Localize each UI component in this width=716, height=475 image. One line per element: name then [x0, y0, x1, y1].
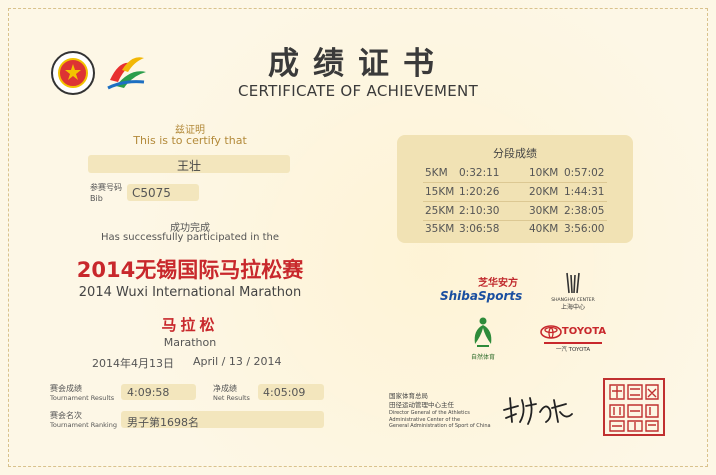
- org-cn-1: 国家体育总局: [389, 392, 428, 400]
- split-divider: [423, 220, 607, 221]
- split-distance: 30KM: [529, 205, 559, 217]
- net-result-time: 4:05:09: [263, 386, 306, 399]
- org-en-3: General Administration of Sport of China: [389, 423, 491, 429]
- net-label-cn: 净成绩: [213, 384, 237, 393]
- green-cn: 自然体育: [470, 354, 495, 361]
- result-label-en: Tournament Results: [50, 394, 115, 402]
- title-en: CERTIFICATE OF ACHIEVEMENT: [237, 82, 479, 100]
- certify-en: This is to certify that: [133, 134, 247, 147]
- splits-title: 分段成绩: [493, 147, 537, 160]
- green-sports-logo: 自然体育: [463, 316, 503, 362]
- ranking-label-cn: 赛会名次: [50, 411, 82, 420]
- split-row: 35KM 3:06:58 40KM 3:56:00: [425, 223, 604, 235]
- split-divider: [423, 182, 607, 183]
- split-distance: 25KM: [425, 205, 455, 217]
- bib-label-en: Bib: [90, 194, 103, 203]
- bib-number: C5075: [132, 186, 171, 200]
- split-time: 2:38:05: [564, 205, 605, 217]
- split-distance: 35KM: [425, 223, 455, 235]
- date-cn: 2014年4月13日: [92, 357, 174, 370]
- event-name-en: 2014 Wuxi International Marathon: [78, 285, 302, 300]
- signature-block: 国家体育总局 田径运动管理中心主任 Director General of th…: [389, 392, 509, 430]
- split-distance: 15KM: [425, 186, 455, 198]
- splits-panel: 分段成绩 5KM 0:32:11 10KM 0:57:02 15KM 1:20:26 20…: [397, 135, 633, 243]
- shibasports-logo: 芝华安方 ShibaSports: [440, 278, 526, 308]
- org-cn-2: 田径运动管理中心主任: [389, 401, 454, 409]
- title-cn: 成绩证书: [268, 46, 448, 82]
- ranking-value: 男子第1698名: [127, 416, 199, 429]
- event-name-cn: 2014无锡国际马拉松赛: [76, 258, 304, 282]
- result-label-cn: 赛会成绩: [50, 384, 82, 393]
- completed-en: Has successfully participated in the: [100, 232, 279, 243]
- category-cn: 马拉松: [161, 316, 219, 334]
- split-time: 1:20:26: [459, 186, 500, 198]
- split-row: 25KM 2:10:30 30KM 2:38:05: [425, 205, 604, 217]
- net-label-en: Net Results: [213, 394, 250, 402]
- split-row: 5KM 0:32:11 10KM 0:57:02: [425, 167, 604, 179]
- split-divider: [423, 201, 607, 202]
- bib-label-cn: 参赛号码: [90, 183, 122, 192]
- ranking-label-en: Tournament Ranking: [50, 421, 117, 429]
- category-en: Marathon: [163, 336, 217, 349]
- toyota-wordmark: TOYOTA: [561, 326, 607, 337]
- split-time: 0:32:11: [459, 167, 500, 179]
- toyota-logo: TOYOTA 一汽 TOYOTA: [538, 321, 608, 363]
- shiba-en: ShibaSports: [440, 289, 523, 303]
- split-distance: 10KM: [529, 167, 559, 179]
- split-time: 3:06:58: [459, 223, 500, 235]
- toyota-sub: 一汽 TOYOTA: [555, 347, 591, 353]
- leaf-person-icon: [474, 317, 492, 347]
- result-time: 4:09:58: [127, 386, 170, 399]
- toyota-emblem-icon: [540, 324, 562, 339]
- split-distance: 20KM: [529, 186, 559, 198]
- participant-name: 王壮: [176, 159, 201, 173]
- date-en: April / 13 / 2014: [193, 355, 282, 368]
- split-time: 3:56:00: [564, 223, 605, 235]
- certificate: 成绩证书 CERTIFICATE OF ACHIEVEMENT 兹证明 This…: [0, 0, 716, 475]
- split-distance: 5KM: [425, 167, 448, 179]
- split-distance: 40KM: [529, 223, 559, 235]
- split-time: 2:10:30: [459, 205, 500, 217]
- split-row: 15KM 1:20:26 20KM 1:44:31: [425, 186, 604, 198]
- shiba-cn: 芝华安方: [478, 278, 518, 289]
- handwritten-signature: [500, 392, 580, 428]
- shanghai-center-logo: SHANGHAI CENTER 上海中心: [545, 272, 601, 316]
- split-time: 1:44:31: [564, 186, 605, 198]
- red-seal: [602, 377, 666, 437]
- tower-icon: [566, 272, 580, 294]
- split-time: 0:57:02: [564, 167, 605, 179]
- shanghai-center-cn: 上海中心: [560, 304, 585, 311]
